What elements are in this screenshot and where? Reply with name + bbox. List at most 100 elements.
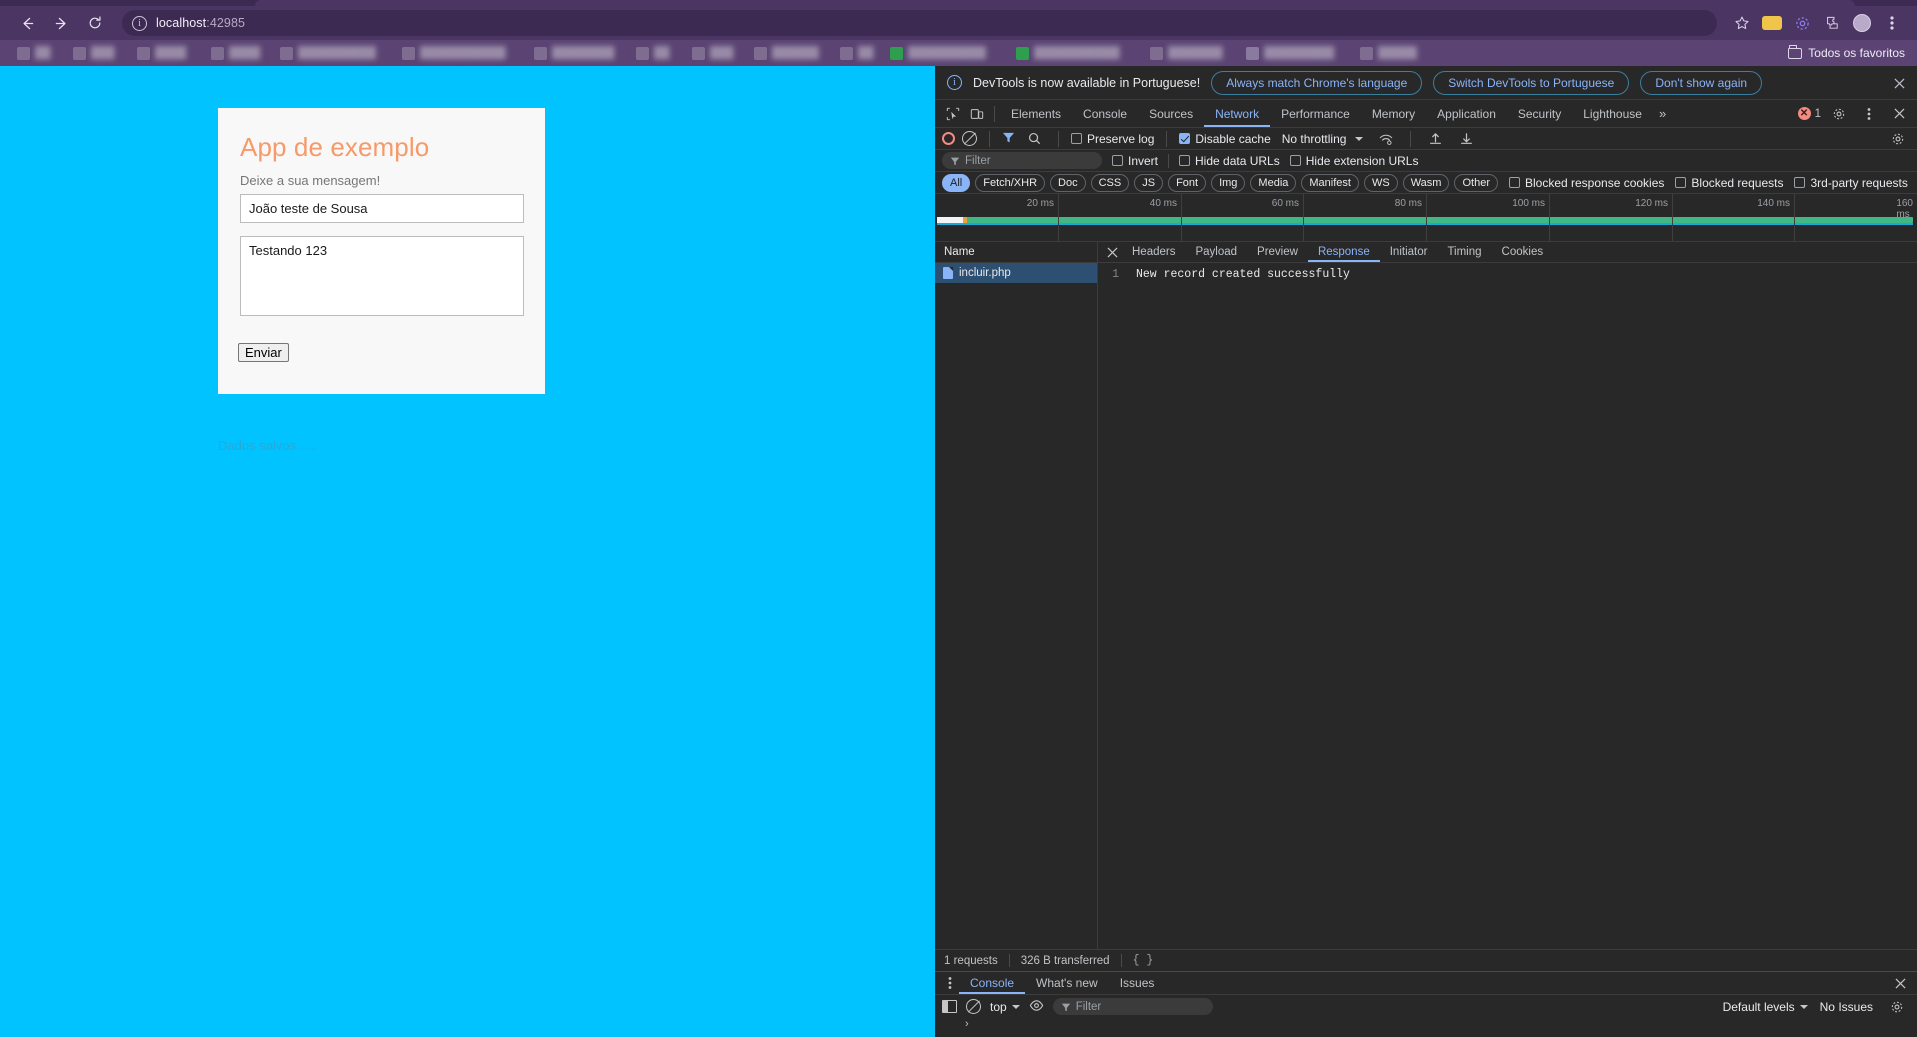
- disable-cache-checkbox[interactable]: Disable cache: [1179, 132, 1271, 146]
- close-drawer-icon[interactable]: [1891, 973, 1909, 993]
- type-filter-ws[interactable]: WS: [1363, 173, 1398, 192]
- type-filter-fetch-xhr[interactable]: Fetch/XHR: [975, 173, 1046, 192]
- tab-security[interactable]: Security: [1507, 100, 1572, 127]
- drawer-tab-console[interactable]: Console: [959, 972, 1025, 994]
- type-filter-doc[interactable]: Doc: [1050, 173, 1086, 192]
- error-count-badge[interactable]: ✕ 1: [1797, 107, 1821, 120]
- close-detail-icon[interactable]: [1102, 242, 1122, 262]
- blocked-response-cookies-checkbox[interactable]: Blocked response cookies: [1508, 176, 1664, 190]
- tab-memory[interactable]: Memory: [1361, 100, 1426, 127]
- bookmark-item[interactable]: ██: [629, 45, 683, 62]
- type-filter-all[interactable]: All: [942, 173, 971, 192]
- bookmark-item[interactable]: ██████████: [883, 45, 1007, 62]
- tab-console[interactable]: Console: [1072, 100, 1138, 127]
- console-filter-input[interactable]: Filter: [1052, 998, 1213, 1015]
- network-settings-gear-icon[interactable]: [1886, 128, 1910, 150]
- import-har-icon[interactable]: [1423, 128, 1447, 150]
- always-match-language-button[interactable]: Always match Chrome's language: [1211, 70, 1423, 95]
- bookmark-item[interactable]: ███████████: [1009, 45, 1141, 62]
- blocked-requests-checkbox[interactable]: Blocked requests: [1675, 176, 1783, 190]
- drawer-tab-whats-new[interactable]: What's new: [1025, 972, 1109, 994]
- throttling-select[interactable]: No throttling: [1282, 132, 1364, 146]
- detail-tab-initiator[interactable]: Initiator: [1380, 242, 1438, 262]
- network-conditions-icon[interactable]: [1374, 128, 1398, 150]
- bookmark-item[interactable]: ████: [130, 45, 202, 62]
- network-filter-input[interactable]: Filter: [942, 152, 1102, 169]
- bookmark-star-icon[interactable]: [1729, 10, 1755, 36]
- log-levels-select[interactable]: Default levels: [1723, 1000, 1808, 1014]
- name-input[interactable]: [240, 194, 524, 223]
- tab-application[interactable]: Application: [1426, 100, 1507, 127]
- more-tabs-icon[interactable]: »: [1653, 106, 1672, 121]
- forward-arrow-icon[interactable]: [46, 8, 76, 38]
- bookmark-item[interactable]: ██████: [747, 45, 831, 62]
- message-textarea[interactable]: Testando 123: [240, 236, 524, 316]
- detail-tab-response[interactable]: Response: [1308, 242, 1380, 262]
- bookmark-item[interactable]: ██: [833, 45, 881, 62]
- avatar-icon[interactable]: [1849, 10, 1875, 36]
- invert-checkbox[interactable]: Invert: [1112, 154, 1158, 168]
- clear-console-icon[interactable]: [966, 999, 981, 1014]
- device-toolbar-icon[interactable]: [965, 103, 989, 125]
- bookmark-item[interactable]: ██████████: [273, 45, 393, 62]
- search-icon[interactable]: [1022, 128, 1046, 150]
- close-icon[interactable]: [1891, 75, 1907, 91]
- type-filter-css[interactable]: CSS: [1090, 173, 1130, 192]
- reload-icon[interactable]: [80, 8, 110, 38]
- funnel-filter-icon[interactable]: [1002, 131, 1015, 147]
- console-settings-gear-icon[interactable]: [1885, 996, 1909, 1018]
- type-filter-media[interactable]: Media: [1250, 173, 1297, 192]
- type-filter-js[interactable]: JS: [1134, 173, 1164, 192]
- type-filter-manifest[interactable]: Manifest: [1301, 173, 1359, 192]
- bookmark-item[interactable]: ████: [204, 45, 271, 62]
- info-circle-icon[interactable]: i: [132, 15, 147, 31]
- bookmark-item[interactable]: █████████: [1239, 45, 1351, 62]
- bookmark-item[interactable]: ██: [10, 45, 64, 62]
- gear-icon[interactable]: [1789, 10, 1815, 36]
- hide-extension-urls-checkbox[interactable]: Hide extension URLs: [1289, 154, 1418, 168]
- detail-tab-cookies[interactable]: Cookies: [1492, 242, 1554, 262]
- hide-data-urls-checkbox[interactable]: Hide data URLs: [1179, 154, 1280, 168]
- close-devtools-icon[interactable]: [1887, 103, 1911, 125]
- address-bar[interactable]: i localhost:42985: [122, 10, 1717, 36]
- bookmark-item[interactable]: ███: [66, 45, 128, 62]
- request-row-incluir-php[interactable]: incluir.php: [935, 263, 1097, 283]
- type-filter-wasm[interactable]: Wasm: [1402, 173, 1450, 192]
- export-har-icon[interactable]: [1454, 128, 1478, 150]
- preserve-log-checkbox[interactable]: Preserve log: [1071, 132, 1154, 146]
- tab-lighthouse[interactable]: Lighthouse: [1572, 100, 1653, 127]
- bookmark-item[interactable]: █████: [1353, 45, 1429, 62]
- issues-status-label[interactable]: No Issues: [1820, 1000, 1873, 1014]
- detail-tab-headers[interactable]: Headers: [1122, 242, 1185, 262]
- bookmark-item[interactable]: ████████: [527, 45, 627, 62]
- clear-icon[interactable]: [962, 131, 977, 146]
- bookmark-item[interactable]: ███████: [1143, 45, 1237, 62]
- bookmark-item[interactable]: ███: [685, 45, 745, 62]
- three-dot-menu-icon[interactable]: [1857, 103, 1881, 125]
- pretty-print-braces-icon[interactable]: { }: [1133, 954, 1154, 967]
- tab-sources[interactable]: Sources: [1138, 100, 1204, 127]
- back-arrow-icon[interactable]: [12, 8, 42, 38]
- tab-performance[interactable]: Performance: [1270, 100, 1361, 127]
- type-filter-font[interactable]: Font: [1168, 173, 1207, 192]
- third-party-requests-checkbox[interactable]: 3rd-party requests: [1794, 176, 1908, 190]
- switch-devtools-language-button[interactable]: Switch DevTools to Portuguese: [1433, 70, 1630, 95]
- gear-icon[interactable]: [1827, 103, 1851, 125]
- tab-network[interactable]: Network: [1204, 100, 1270, 127]
- three-dot-menu-icon[interactable]: [941, 973, 959, 993]
- detail-tab-preview[interactable]: Preview: [1247, 242, 1308, 262]
- record-button-icon[interactable]: [942, 132, 955, 145]
- live-expression-icon[interactable]: [1029, 999, 1044, 1015]
- bookmark-item[interactable]: ███████████: [395, 45, 525, 62]
- detail-tab-payload[interactable]: Payload: [1185, 242, 1247, 262]
- inspect-element-icon[interactable]: [941, 103, 965, 125]
- submit-button[interactable]: Enviar: [238, 343, 289, 362]
- all-bookmarks-button[interactable]: Todos os favoritos: [1788, 40, 1905, 66]
- extension-puzzle-icon[interactable]: [1819, 10, 1845, 36]
- drawer-tab-issues[interactable]: Issues: [1109, 972, 1166, 994]
- detail-tab-timing[interactable]: Timing: [1437, 242, 1491, 262]
- network-overview-timeline[interactable]: 20 ms 40 ms 60 ms 80 ms 100 ms 120 ms 140 ms 16…: [935, 194, 1917, 242]
- type-filter-img[interactable]: Img: [1211, 173, 1246, 192]
- extension-yellow-icon[interactable]: [1759, 10, 1785, 36]
- response-body-viewer[interactable]: 1 New record created successfully: [1098, 263, 1917, 949]
